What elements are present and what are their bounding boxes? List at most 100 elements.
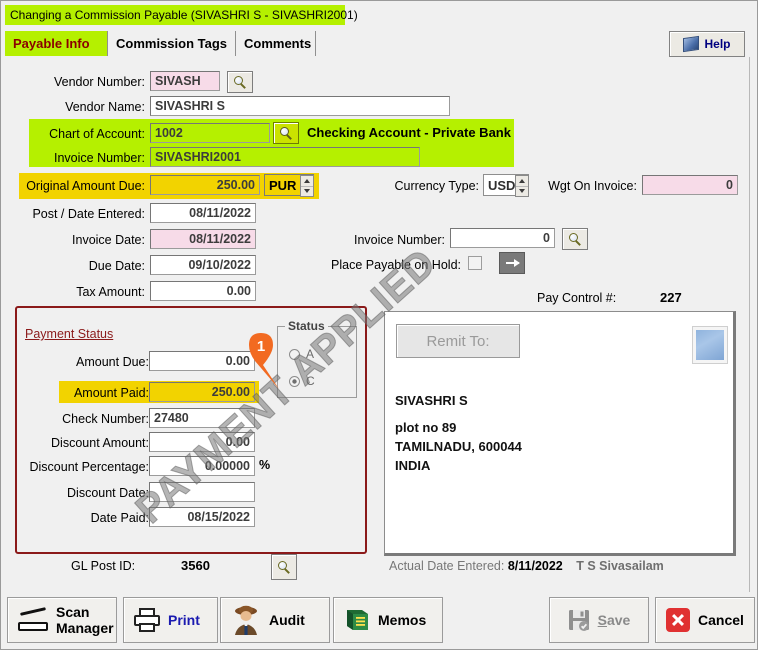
amount-paid-label: Amount Paid: — [73, 386, 149, 400]
remit-address: SIVASHRI S plot no 89 TAMILNADU, 600044 … — [395, 391, 522, 475]
bottom-toolbar: Scan Manager Print Audit Memos Save Canc… — [5, 595, 755, 647]
printer-icon — [134, 608, 160, 632]
memos-button[interactable]: Memos — [333, 597, 443, 643]
currency-type-spinner[interactable] — [515, 175, 529, 197]
scanner-icon — [18, 609, 48, 631]
scan-manager-label: Scan Manager — [56, 604, 114, 636]
save-label-rest: ave — [606, 612, 631, 628]
invoice-number-text-label: Invoice Number: — [53, 151, 145, 165]
status-group — [277, 326, 357, 398]
arrow-right-icon — [505, 262, 519, 264]
chart-of-account-lookup-icon[interactable] — [273, 122, 299, 144]
search-icon — [568, 232, 582, 246]
payable-window: Changing a Commission Payable (SIVASHRI … — [0, 0, 758, 650]
amount-paid-input[interactable]: 250.00 — [149, 382, 255, 402]
remit-to-button[interactable]: Remit To: — [396, 324, 520, 358]
place-payable-on-hold-checkbox[interactable] — [468, 256, 482, 270]
gl-post-lookup-icon[interactable] — [271, 554, 297, 580]
search-icon — [277, 560, 291, 574]
cancel-button[interactable]: Cancel — [655, 597, 755, 643]
wgt-on-invoice-input[interactable]: 0 — [642, 175, 738, 195]
post-date-entered-label: Post / Date Entered: — [32, 207, 145, 221]
search-icon — [233, 75, 247, 89]
payment-status-title: Payment Status — [25, 327, 114, 341]
document-thumbnail-icon[interactable] — [692, 326, 728, 364]
tab-commission-tags[interactable]: Commission Tags — [108, 31, 236, 56]
go-arrow-button[interactable] — [499, 252, 525, 274]
tax-amount-input[interactable]: 0.00 — [150, 281, 256, 301]
chevron-down-icon — [301, 185, 313, 197]
invoice-date-input[interactable]: 08/11/2022 — [150, 229, 256, 249]
actual-date-entered-label: Actual Date Entered: — [389, 559, 505, 573]
help-button[interactable]: Help — [669, 31, 745, 57]
invoice-number-lookup-icon[interactable] — [562, 228, 588, 250]
vendor-number-lookup-icon[interactable] — [227, 71, 253, 93]
tab-payable-info[interactable]: Payable Info — [5, 31, 108, 56]
date-paid-input[interactable]: 08/15/2022 — [149, 507, 255, 527]
post-date-entered-input[interactable]: 08/11/2022 — [150, 203, 256, 223]
scan-manager-button[interactable]: Scan Manager — [7, 597, 117, 643]
status-radio-a-label: A — [306, 347, 315, 361]
save-label: Save — [597, 612, 631, 628]
wgt-on-invoice-label: Wgt On Invoice: — [548, 179, 637, 193]
actual-date-entered: Actual Date Entered: 8/11/2022 T S Sivas… — [389, 559, 664, 573]
remit-address-line3: INDIA — [395, 458, 431, 473]
check-number-label: Check Number: — [62, 412, 149, 426]
pay-control-label: Pay Control #: — [537, 291, 617, 305]
scan-manager-line1: Scan — [56, 604, 90, 620]
print-button[interactable]: Print — [123, 597, 218, 643]
book-icon — [683, 35, 700, 53]
amount-due-label: Amount Due: — [76, 355, 149, 369]
date-paid-label: Date Paid: — [90, 511, 149, 525]
chart-of-account-input[interactable]: 1002 — [150, 123, 270, 143]
close-icon — [666, 608, 691, 632]
invoice-date-label: Invoice Date: — [72, 233, 145, 247]
vendor-number-label: Vendor Number: — [53, 75, 145, 89]
status-radio-a[interactable] — [289, 349, 300, 360]
tab-comments[interactable]: Comments — [236, 31, 316, 56]
check-number-input[interactable]: 27480 — [149, 408, 255, 428]
status-radio-c-label: C — [306, 374, 315, 388]
cancel-label: Cancel — [698, 612, 744, 628]
due-date-input[interactable]: 09/10/2022 — [150, 255, 256, 275]
status-radio-c[interactable] — [289, 376, 300, 387]
account-description-rest: - Private Bank — [420, 125, 511, 140]
discount-date-label: Discount Date: — [67, 486, 149, 500]
invoice-number-text-input[interactable]: SIVASHRI2001 — [150, 147, 420, 167]
vendor-name-label: Vendor Name: — [65, 100, 145, 114]
vendor-name-input[interactable]: SIVASHRI S — [150, 96, 450, 116]
discount-amount-input[interactable]: 0.00 — [149, 432, 255, 452]
search-icon — [279, 126, 293, 140]
discount-percentage-input[interactable]: 0.00000 — [149, 456, 255, 476]
percent-sign: % — [259, 458, 271, 472]
discount-date-input[interactable] — [149, 482, 255, 502]
audit-label: Audit — [269, 612, 305, 628]
remit-address-name: SIVASHRI S — [395, 393, 468, 408]
remit-address-line2: TAMILNADU, 600044 — [395, 439, 522, 454]
window-title: Changing a Commission Payable (SIVASHRI … — [5, 5, 358, 25]
audit-button[interactable]: Audit — [220, 597, 330, 643]
detective-icon — [231, 605, 261, 635]
actual-date-entered-value: 8/11/2022 — [507, 559, 563, 573]
thumbnail-image — [696, 330, 724, 360]
place-payable-on-hold-label: Place Payable on Hold: — [331, 258, 461, 272]
original-amount-due-input[interactable]: 250.00 — [150, 175, 260, 195]
scan-manager-line2: Manager — [56, 620, 114, 636]
due-date-label: Due Date: — [88, 259, 145, 273]
amount-due-input[interactable]: 0.00 — [149, 351, 255, 371]
pur-spinner[interactable] — [300, 175, 314, 197]
gl-post-id-value: 3560 — [181, 558, 210, 573]
chevron-down-icon — [516, 185, 528, 197]
chevron-up-icon — [301, 176, 313, 186]
invoice-number-input[interactable]: 0 — [450, 228, 555, 248]
tax-amount-label: Tax Amount: — [76, 285, 145, 299]
chart-of-account-label: Chart of Account: — [49, 127, 145, 141]
vendor-number-input[interactable]: SIVASH — [150, 71, 220, 91]
help-button-label: Help — [704, 37, 731, 51]
entered-by-user: T S Sivasailam — [576, 559, 664, 573]
account-description-bold: Checking Account — [307, 125, 421, 140]
save-disk-icon — [568, 609, 590, 631]
tab-strip: Payable Info Commission Tags Comments — [5, 31, 750, 58]
save-button[interactable]: Save — [549, 597, 649, 643]
account-description: Checking Account - Private Bank — [307, 124, 511, 142]
